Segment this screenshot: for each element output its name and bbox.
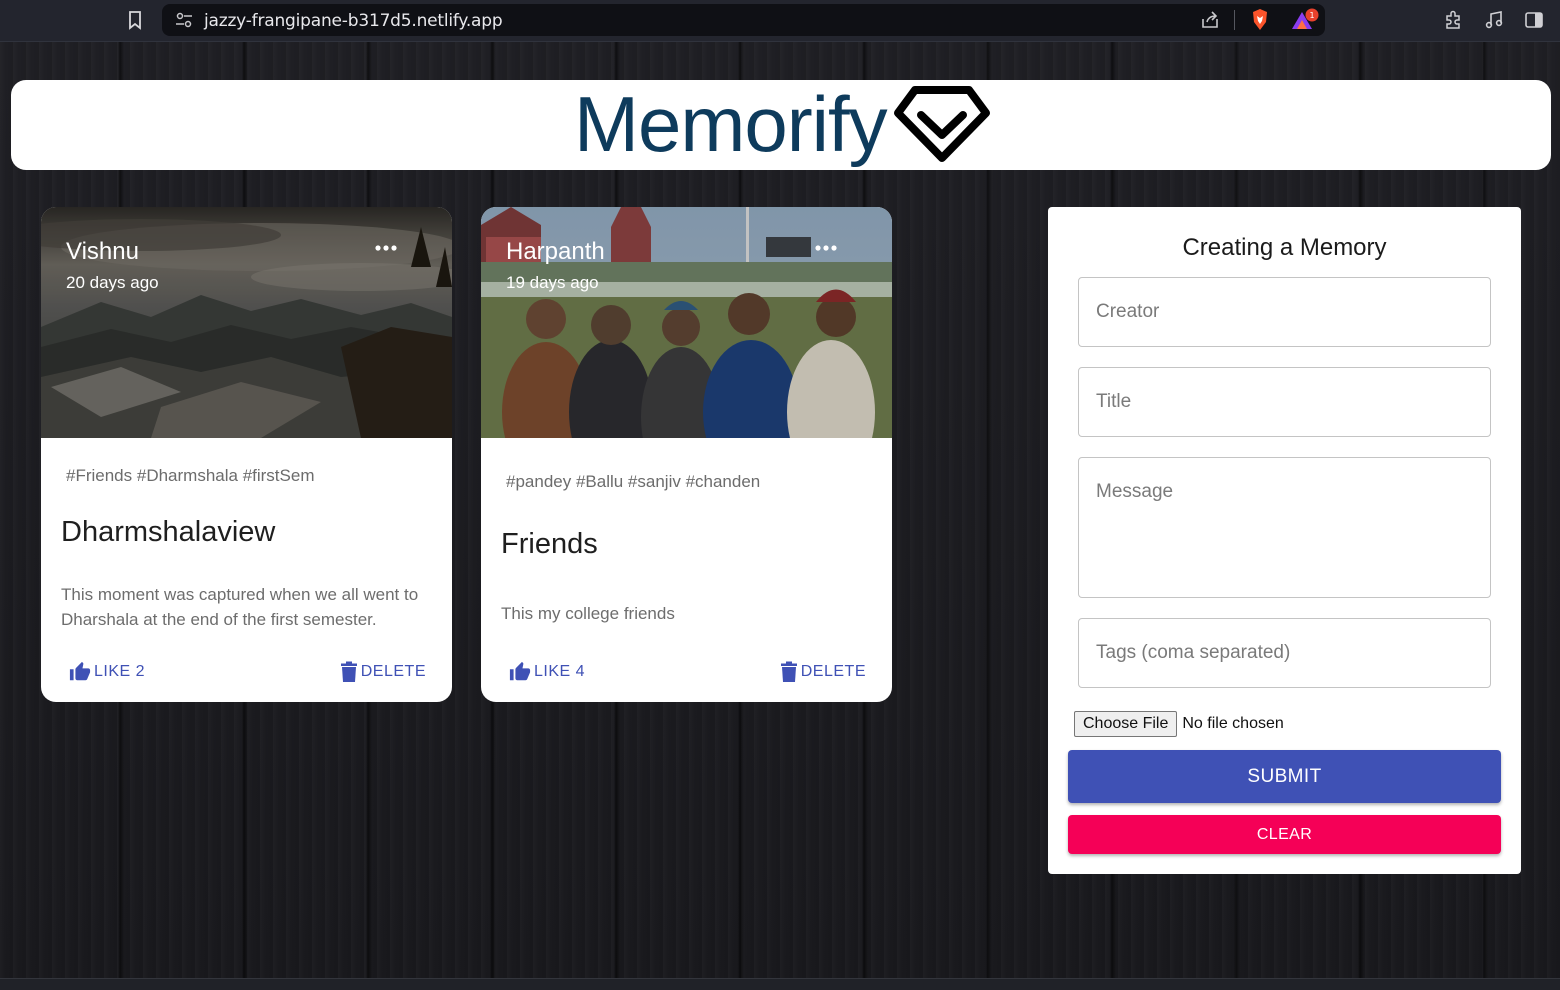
post-creator: Vishnu [66, 238, 139, 265]
rewards-badge-count: 1 [1309, 11, 1314, 20]
tags-field[interactable]: Tags (coma separated) [1078, 618, 1491, 688]
title-placeholder: Title [1096, 391, 1132, 412]
memories-logo-icon [894, 86, 990, 162]
app-title: Memorify [574, 80, 888, 168]
thumb-up-icon [509, 661, 531, 681]
like-count-label: LIKE 4 [534, 663, 586, 680]
like-count-label: LIKE 2 [94, 663, 146, 680]
file-input: Choose File No file chosen [1074, 711, 1284, 737]
clear-button[interactable]: CLEAR [1068, 815, 1501, 854]
delete-button[interactable]: DELETE [339, 659, 426, 685]
post-card: Harpanth 19 days ago #pandey #Ballu #san… [481, 207, 892, 702]
more-options-icon[interactable] [814, 243, 838, 253]
extensions-icon[interactable] [1443, 10, 1463, 30]
brave-rewards-icon[interactable]: 1 [1290, 8, 1324, 32]
site-settings-icon[interactable] [175, 12, 193, 28]
thumb-up-icon [69, 661, 91, 681]
delete-label: DELETE [800, 663, 866, 680]
post-tags: #Friends #Dharmshala #firstSem [66, 466, 315, 485]
post-timestamp: 19 days ago [506, 273, 599, 292]
like-button[interactable]: LIKE 2 [68, 659, 145, 685]
post-title: Friends [501, 528, 598, 560]
post-message: This moment was captured when we all wen… [61, 585, 419, 629]
delete-button[interactable]: DELETE [779, 659, 866, 685]
post-timestamp: 20 days ago [66, 273, 159, 292]
post-title: Dharmshalaview [61, 516, 276, 548]
taskbar-strip [0, 978, 1560, 990]
like-button[interactable]: LIKE 4 [508, 659, 585, 685]
browser-toolbar: jazzy-frangipane-b317d5.netlify.app 1 [0, 0, 1560, 42]
message-placeholder: Message [1096, 481, 1174, 502]
tags-placeholder: Tags (coma separated) [1096, 642, 1291, 663]
card-actions: LIKE 4 DELETE [481, 659, 892, 685]
bookmark-icon[interactable] [127, 10, 143, 30]
address-divider [1234, 10, 1235, 30]
choose-file-button[interactable]: Choose File [1074, 711, 1178, 737]
file-status: No file chosen [1182, 715, 1284, 732]
submit-button[interactable]: SUBMIT [1068, 750, 1501, 803]
share-icon[interactable] [1200, 10, 1220, 30]
message-field[interactable]: Message [1078, 457, 1491, 598]
title-field[interactable]: Title [1078, 367, 1491, 437]
brave-shield-icon[interactable] [1250, 8, 1270, 31]
sidebar-toggle-icon[interactable] [1524, 10, 1544, 30]
post-card: Vishnu 20 days ago #Friends #Dharmshala … [41, 207, 452, 702]
post-message: This my college friends [501, 604, 675, 623]
post-creator: Harpanth [506, 238, 605, 265]
url-text: jazzy-frangipane-b317d5.netlify.app [204, 11, 503, 31]
trash-icon [340, 661, 357, 682]
creator-field[interactable]: Creator [1078, 277, 1491, 347]
create-memory-form: Creating a Memory Creator Title Message … [1048, 207, 1521, 874]
form-heading: Creating a Memory [1182, 234, 1387, 261]
address-bar[interactable]: jazzy-frangipane-b317d5.netlify.app 1 [162, 4, 1325, 36]
trash-icon [780, 661, 797, 682]
more-options-icon[interactable] [374, 243, 398, 253]
delete-label: DELETE [360, 663, 426, 680]
post-tags: #pandey #Ballu #sanjiv #chanden [506, 472, 761, 491]
card-actions: LIKE 2 DELETE [41, 659, 452, 685]
media-control-icon[interactable] [1484, 10, 1504, 30]
creator-placeholder: Creator [1096, 301, 1160, 322]
